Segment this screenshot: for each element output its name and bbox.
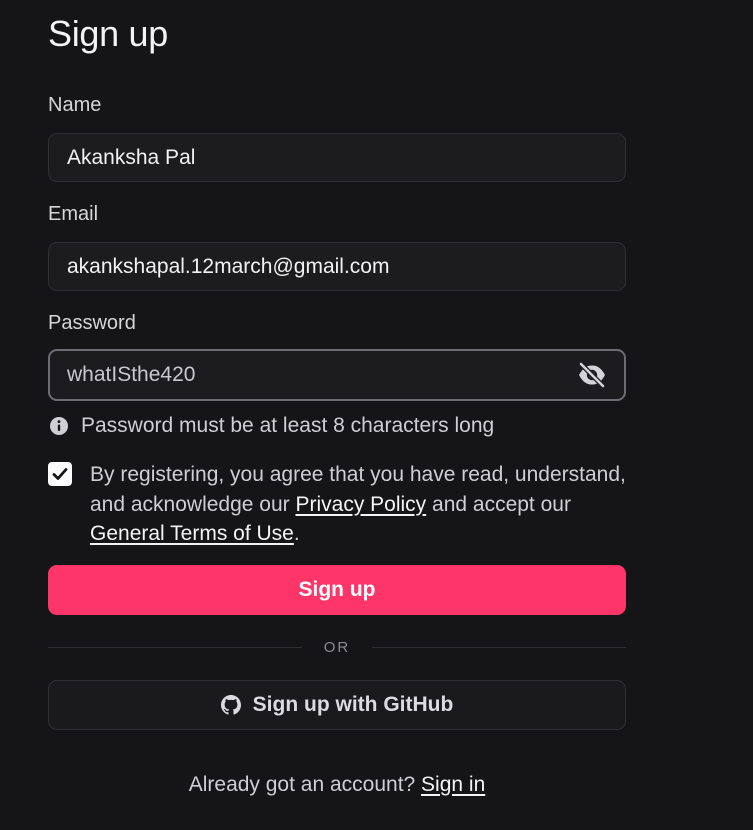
email-label: Email: [48, 203, 99, 225]
terms-text-middle: and accept our: [426, 492, 571, 516]
signup-page: Sign up Name Email Password Pa: [0, 0, 753, 830]
signin-prompt: Already got an account? Sign in: [48, 773, 626, 797]
privacy-policy-link[interactable]: Privacy Policy: [295, 493, 426, 516]
signup-button[interactable]: Sign up: [48, 565, 626, 615]
name-field-wrapper: [48, 133, 626, 182]
signin-link[interactable]: Sign in: [421, 773, 485, 796]
email-field-wrapper: [48, 242, 626, 291]
password-label: Password: [48, 312, 136, 334]
github-button-label: Sign up with GitHub: [252, 693, 454, 716]
or-divider: OR: [48, 637, 626, 657]
terms-text: By registering, you agree that you have …: [90, 460, 628, 549]
eye-off-icon[interactable]: [577, 360, 607, 390]
terms-of-use-link[interactable]: General Terms of Use: [90, 522, 294, 545]
password-hint-text: Password must be at least 8 characters l…: [81, 414, 495, 437]
divider-line-right: [372, 646, 626, 648]
email-field[interactable]: [67, 254, 607, 279]
signin-prompt-text: Already got an account?: [188, 773, 422, 796]
name-field[interactable]: [67, 145, 607, 170]
github-icon: [220, 695, 241, 715]
password-field-wrapper: [48, 349, 626, 401]
terms-checkbox[interactable]: [48, 462, 72, 486]
terms-text-after: .: [293, 522, 300, 545]
info-icon: [48, 415, 70, 437]
password-field[interactable]: [67, 363, 577, 387]
page-title: Sign up: [48, 13, 168, 54]
password-hint: Password must be at least 8 characters l…: [48, 414, 494, 438]
check-icon: [52, 468, 68, 480]
name-label: Name: [48, 94, 102, 116]
terms-agreement: By registering, you agree that you have …: [48, 460, 628, 549]
divider-label: OR: [323, 638, 351, 656]
divider-line-left: [48, 646, 302, 648]
github-signup-button[interactable]: Sign up with GitHub: [48, 680, 626, 730]
